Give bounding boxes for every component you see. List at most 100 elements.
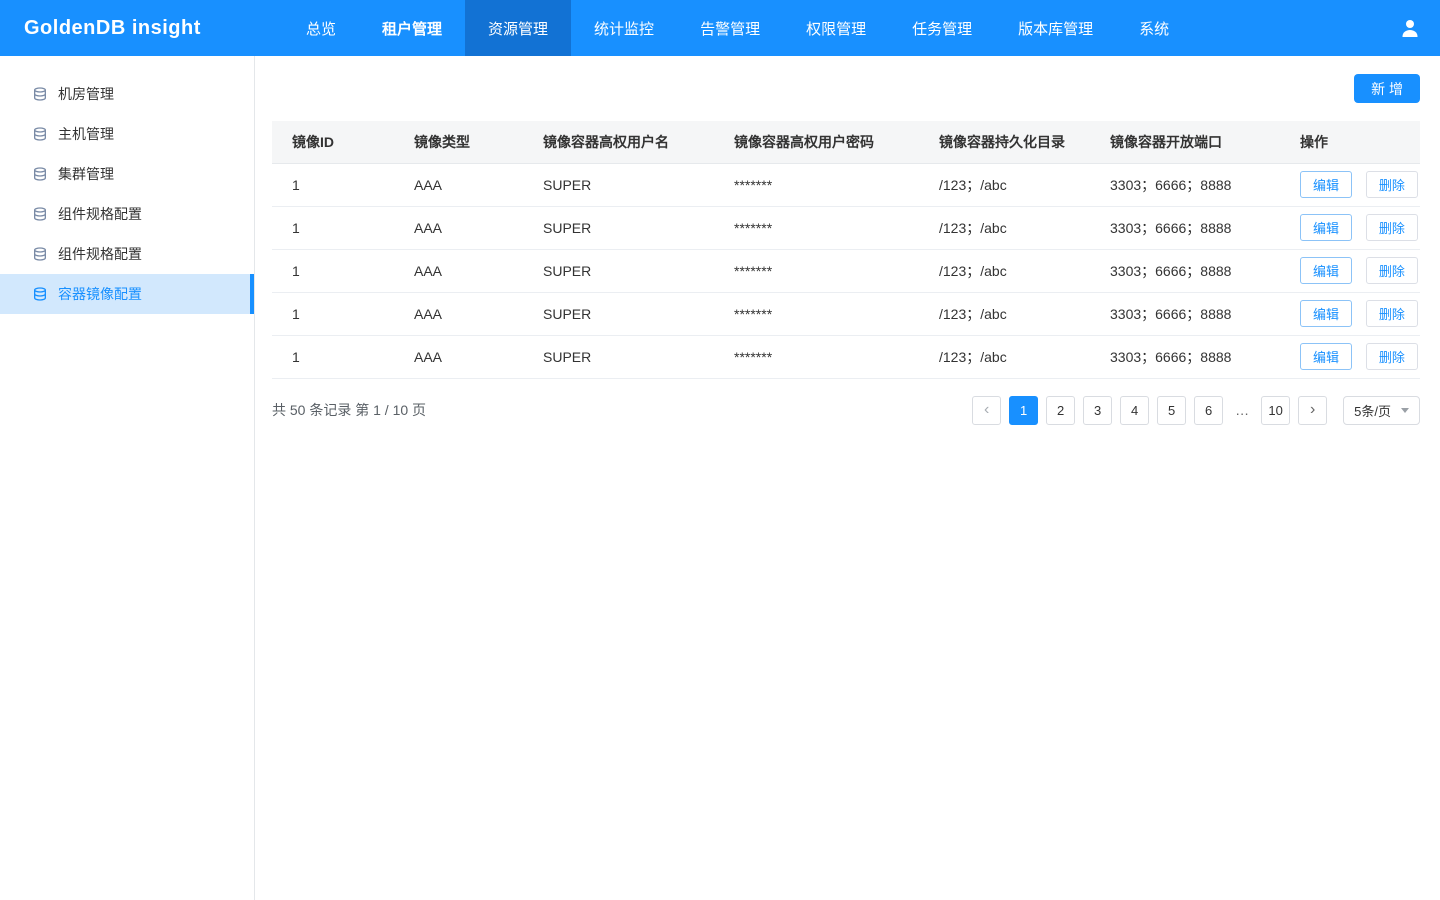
sidebar-item-label: 集群管理	[58, 166, 114, 182]
sidebar-item-component-spec-1[interactable]: 组件规格配置	[0, 194, 254, 234]
cell-image-id: 1	[272, 163, 394, 207]
cell-image-type: AAA	[394, 292, 523, 336]
delete-button[interactable]: 删除	[1365, 300, 1418, 327]
page-size-value: 5条/页	[1354, 403, 1391, 419]
database-icon	[32, 246, 48, 262]
edit-button[interactable]: 编辑	[1300, 214, 1353, 241]
nav-tab-resource[interactable]: 资源管理	[465, 0, 572, 56]
cell-dir: /123；/abc	[919, 335, 1090, 379]
nav-tab-monitor[interactable]: 统计监控	[571, 0, 677, 56]
app-logo: GoldenDB insight	[24, 16, 201, 39]
cell-user: SUPER	[523, 292, 714, 336]
nav-tab-alert[interactable]: 告警管理	[677, 0, 783, 56]
sidebar-item-host[interactable]: 主机管理	[0, 114, 254, 154]
page-button[interactable]: 1	[1009, 395, 1039, 425]
cell-dir: /123；/abc	[919, 292, 1090, 336]
edit-button[interactable]: 编辑	[1300, 171, 1353, 198]
edit-button[interactable]: 编辑	[1300, 300, 1353, 327]
col-header-actions: 操作	[1280, 121, 1420, 164]
table-row: 1 AAA SUPER ******* /123；/abc 3303；6666；…	[272, 335, 1420, 379]
cell-dir: /123；/abc	[919, 249, 1090, 293]
table-row: 1 AAA SUPER ******* /123；/abc 3303；6666；…	[272, 249, 1420, 293]
table-row: 1 AAA SUPER ******* /123；/abc 3303；6666；…	[272, 206, 1420, 250]
cell-image-type: AAA	[394, 249, 523, 293]
cell-password: *******	[714, 335, 919, 379]
page-button[interactable]: 6	[1194, 395, 1224, 425]
cell-dir: /123；/abc	[919, 163, 1090, 207]
cell-ports: 3303；6666；8888	[1090, 163, 1280, 207]
page-button[interactable]: 5	[1157, 395, 1187, 425]
cell-password: *******	[714, 206, 919, 250]
sidebar-item-label: 主机管理	[58, 126, 114, 142]
page-button[interactable]: 3	[1083, 395, 1113, 425]
database-icon	[32, 286, 48, 302]
sidebar-item-cluster[interactable]: 集群管理	[0, 154, 254, 194]
cell-user: SUPER	[523, 249, 714, 293]
sidebar-item-container-image[interactable]: 容器镜像配置	[0, 274, 254, 314]
top-header: GoldenDB insight 总览 租户管理 资源管理 统计监控 告警管理 …	[0, 0, 1440, 56]
nav-tab-system[interactable]: 系统	[1116, 0, 1192, 56]
next-page-icon[interactable]: ›	[1298, 395, 1328, 425]
cell-image-id: 1	[272, 292, 394, 336]
cell-image-id: 1	[272, 335, 394, 379]
cell-ports: 3303；6666；8888	[1090, 292, 1280, 336]
nav-tab-repository[interactable]: 版本库管理	[995, 0, 1116, 56]
cell-password: *******	[714, 292, 919, 336]
sidebar-item-machine-room[interactable]: 机房管理	[0, 74, 254, 114]
cell-image-type: AAA	[394, 335, 523, 379]
col-header-password: 镜像容器高权用户密码	[714, 121, 919, 164]
nav-tab-permission[interactable]: 权限管理	[783, 0, 889, 56]
main-layout: 机房管理 主机管理 集群管理 组件规格配置 组件规格配置 容器镜像配置 新 增 …	[0, 56, 1440, 900]
cell-user: SUPER	[523, 206, 714, 250]
cell-dir: /123；/abc	[919, 206, 1090, 250]
delete-button[interactable]: 删除	[1365, 343, 1418, 370]
cell-user: SUPER	[523, 335, 714, 379]
sidebar-item-label: 组件规格配置	[58, 246, 142, 262]
cell-ports: 3303；6666；8888	[1090, 206, 1280, 250]
delete-button[interactable]: 删除	[1365, 171, 1418, 198]
delete-button[interactable]: 删除	[1365, 214, 1418, 241]
add-button[interactable]: 新 增	[1354, 74, 1420, 103]
table-row: 1 AAA SUPER ******* /123；/abc 3303；6666；…	[272, 163, 1420, 207]
col-header-image-id: 镜像ID	[272, 121, 394, 164]
col-header-image-type: 镜像类型	[394, 121, 523, 164]
cell-actions: 编辑 删除	[1280, 163, 1420, 207]
top-nav: 总览 租户管理 资源管理 统计监控 告警管理 权限管理 任务管理 版本库管理 系…	[283, 0, 1192, 56]
pager: ‹ 1 2 3 4 5 6 … 10 › 5条/页	[972, 395, 1420, 425]
page-button[interactable]: 4	[1120, 395, 1150, 425]
page-size-select[interactable]: 5条/页	[1343, 395, 1420, 425]
cell-image-id: 1	[272, 249, 394, 293]
sidebar-item-component-spec-2[interactable]: 组件规格配置	[0, 234, 254, 274]
pagination-bar: 共 50 条记录 第 1 / 10 页 ‹ 1 2 3 4 5 6 … 10 ›…	[272, 395, 1420, 425]
image-config-table: 镜像ID 镜像类型 镜像容器高权用户名 镜像容器高权用户密码 镜像容器持久化目录…	[272, 121, 1420, 379]
page-button[interactable]: 10	[1261, 395, 1291, 425]
col-header-ports: 镜像容器开放端口	[1090, 121, 1280, 164]
cell-actions: 编辑 删除	[1280, 335, 1420, 379]
cell-image-id: 1	[272, 206, 394, 250]
database-icon	[32, 126, 48, 142]
page-button[interactable]: 2	[1046, 395, 1076, 425]
col-header-dir: 镜像容器持久化目录	[919, 121, 1090, 164]
toolbar: 新 增	[272, 74, 1420, 103]
nav-tab-task[interactable]: 任务管理	[889, 0, 995, 56]
database-icon	[32, 206, 48, 222]
person-icon[interactable]	[1398, 16, 1422, 40]
sidebar: 机房管理 主机管理 集群管理 组件规格配置 组件规格配置 容器镜像配置	[0, 56, 255, 900]
sidebar-item-label: 组件规格配置	[58, 206, 142, 222]
prev-page-icon[interactable]: ‹	[972, 395, 1002, 425]
cell-actions: 编辑 删除	[1280, 206, 1420, 250]
chevron-down-icon	[1401, 407, 1409, 413]
cell-image-type: AAA	[394, 163, 523, 207]
content-area: 新 增 镜像ID 镜像类型 镜像容器高权用户名 镜像容器高权用户密码 镜像容器持…	[255, 56, 1440, 900]
cell-image-type: AAA	[394, 206, 523, 250]
delete-button[interactable]: 删除	[1365, 257, 1418, 284]
more-pages-icon[interactable]: …	[1231, 396, 1253, 425]
record-summary: 共 50 条记录 第 1 / 10 页	[272, 402, 427, 418]
edit-button[interactable]: 编辑	[1300, 257, 1353, 284]
table-header-row: 镜像ID 镜像类型 镜像容器高权用户名 镜像容器高权用户密码 镜像容器持久化目录…	[272, 121, 1420, 164]
sidebar-item-label: 容器镜像配置	[58, 286, 142, 302]
edit-button[interactable]: 编辑	[1300, 343, 1353, 370]
database-icon	[32, 166, 48, 182]
nav-tab-tenant[interactable]: 租户管理	[359, 0, 465, 56]
nav-tab-overview[interactable]: 总览	[283, 0, 359, 56]
